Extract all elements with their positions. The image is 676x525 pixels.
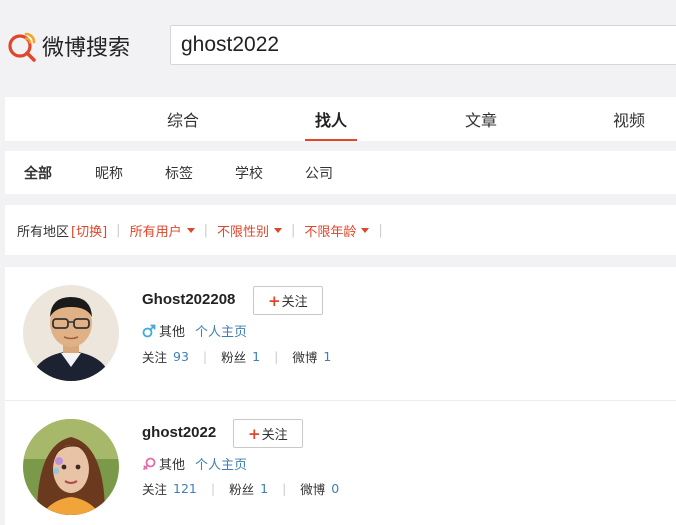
tab-label: 视频 (612, 111, 645, 130)
caret-down-icon (361, 227, 370, 233)
search-input[interactable] (181, 33, 676, 57)
plus-icon: + (268, 291, 281, 310)
plus-icon: + (248, 424, 261, 443)
female-icon (142, 457, 156, 471)
homepage-link[interactable]: 个人主页 (195, 454, 247, 473)
follow-button[interactable]: + 关注 (233, 419, 303, 448)
tab-label: 找人 (314, 111, 347, 130)
followers-label: 粉丝 (229, 482, 255, 497)
subtab-label: 公司 (305, 165, 333, 182)
user-results: Ghost202208 + 关注 其他 个人主页 关注 93 | 粉丝 1 | 微… (5, 267, 676, 525)
divider: | (210, 481, 216, 496)
region-label: 所有地区 (17, 224, 70, 240)
subtab-tags[interactable]: 标签 (165, 151, 193, 194)
subtab-label: 学校 (235, 165, 263, 182)
search-logo-icon (5, 29, 39, 63)
caret-down-icon (273, 227, 282, 233)
following-label: 关注 (142, 482, 168, 497)
weibo-label: 微博 (300, 482, 326, 497)
sub-tabs: 全部 昵称 标签 学校 公司 (5, 151, 676, 194)
followers-count[interactable]: 1 (252, 349, 260, 364)
dropdown-label: 不限性别 (216, 224, 269, 240)
followers-label: 粉丝 (221, 350, 247, 365)
tab-videos[interactable]: 视频 (611, 97, 647, 141)
logo-text: 微博搜索 (42, 36, 131, 61)
tab-articles[interactable]: 文章 (463, 97, 499, 141)
filter-bar: 所有地区 [切换] | 所有用户 | 不限性别 | 不限年龄 | (5, 205, 676, 255)
following-count[interactable]: 93 (173, 349, 189, 364)
gender-text: 其他 (159, 458, 186, 473)
gender-dropdown[interactable]: 不限性别 (217, 221, 282, 240)
weibo-search-logo[interactable]: 微博搜索 (5, 26, 130, 66)
caret-down-icon (186, 227, 195, 233)
weibo-label: 微博 (292, 350, 318, 365)
divider: | (378, 222, 383, 238)
user-name[interactable]: ghost2022 (142, 424, 216, 441)
tab-label: 综合 (166, 111, 199, 130)
homepage-link[interactable]: 个人主页 (195, 321, 247, 340)
user-card: Ghost202208 + 关注 其他 个人主页 关注 93 | 粉丝 1 | 微… (5, 267, 676, 400)
user-stats: 关注 121 | 粉丝 1 | 微博 0 (142, 479, 339, 498)
following-label: 关注 (142, 350, 168, 365)
header: 微博搜索 (0, 0, 676, 90)
subtab-company[interactable]: 公司 (305, 151, 333, 194)
dropdown-label: 所有用户 (129, 224, 182, 240)
main-tabs: 综合 找人 文章 视频 (5, 97, 676, 141)
dropdown-label: 不限年龄 (304, 224, 357, 240)
divider: | (290, 222, 296, 238)
tab-label: 文章 (464, 111, 497, 130)
user-stats: 关注 93 | 粉丝 1 | 微博 1 (142, 347, 331, 366)
divider: | (274, 349, 279, 364)
age-dropdown[interactable]: 不限年龄 (304, 221, 370, 240)
subtab-label: 全部 (24, 165, 52, 182)
subtab-all[interactable]: 全部 (24, 151, 52, 194)
follow-label: 关注 (261, 428, 288, 443)
gender-text: 其他 (159, 325, 186, 340)
user-card: ghost2022 + 关注 其他 个人主页 关注 121 | 粉丝 1 | 微博… (5, 401, 676, 525)
user-meta: 其他 个人主页 (142, 454, 247, 473)
divider: | (202, 349, 208, 364)
follow-label: 关注 (281, 295, 308, 310)
subtab-school[interactable]: 学校 (235, 151, 263, 194)
subtab-label: 标签 (165, 165, 193, 182)
tab-find-people[interactable]: 找人 (305, 97, 357, 141)
subtab-nickname[interactable]: 昵称 (95, 151, 123, 194)
avatar[interactable] (23, 419, 119, 515)
weibo-count[interactable]: 1 (323, 349, 331, 364)
avatar[interactable] (23, 285, 119, 381)
divider: | (203, 222, 208, 238)
region-switch-link[interactable]: [切换] (71, 221, 107, 240)
follow-button[interactable]: + 关注 (253, 286, 323, 315)
divider: | (282, 481, 287, 496)
male-icon (142, 324, 156, 338)
subtab-label: 昵称 (95, 165, 123, 182)
divider: | (116, 222, 121, 238)
following-count[interactable]: 121 (173, 481, 197, 496)
search-box[interactable] (170, 25, 676, 65)
tab-comprehensive[interactable]: 综合 (165, 97, 201, 141)
user-name[interactable]: Ghost202208 (142, 291, 235, 308)
weibo-count[interactable]: 0 (331, 481, 339, 496)
followers-count[interactable]: 1 (260, 481, 268, 496)
user-meta: 其他 个人主页 (142, 321, 247, 340)
user-type-dropdown[interactable]: 所有用户 (130, 221, 195, 240)
